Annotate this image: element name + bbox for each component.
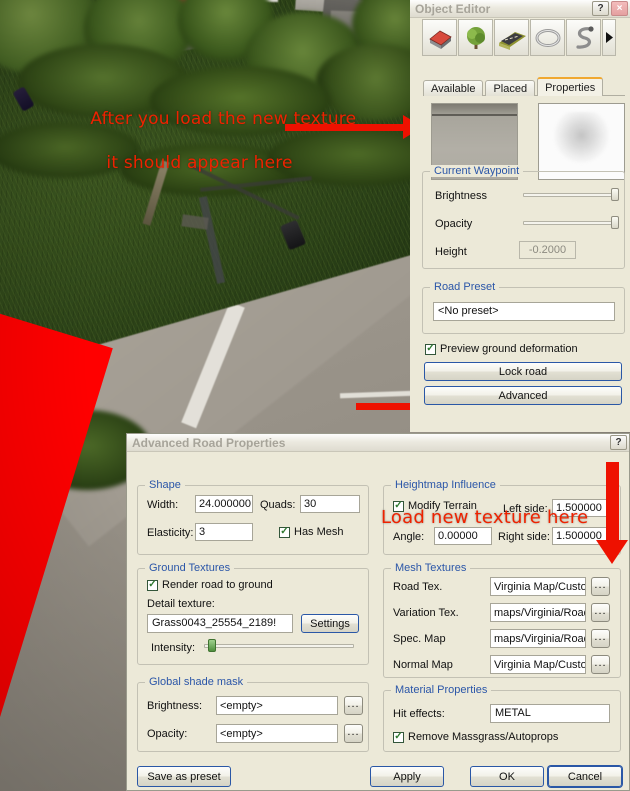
road-preset-combo[interactable]: <No preset> bbox=[433, 302, 615, 321]
app-root: After you load the new texture it should… bbox=[0, 0, 630, 791]
ground-textures-legend: Ground Textures bbox=[145, 562, 235, 574]
advanced-dialog-titlebar[interactable]: Advanced Road Properties ? bbox=[127, 434, 629, 452]
current-waypoint-legend: Current Waypoint bbox=[430, 165, 524, 177]
hit-effects-label: Hit effects: bbox=[393, 708, 445, 720]
object-editor-tabs[interactable]: Available Placed Properties bbox=[423, 77, 605, 96]
curve-icon[interactable] bbox=[566, 19, 601, 56]
current-waypoint-group: Current Waypoint Brightness Opacity Heig… bbox=[422, 165, 625, 269]
heightmap-influence-legend: Heightmap Influence bbox=[391, 479, 500, 491]
spec-map-browse-button[interactable]: ... bbox=[591, 629, 610, 648]
advanced-road-properties-dialog[interactable]: Advanced Road Properties ? Shape Width: … bbox=[126, 433, 630, 791]
ok-button[interactable]: OK bbox=[470, 766, 544, 787]
object-editor-titlebar[interactable]: Object Editor ? × bbox=[410, 0, 630, 18]
normal-map-field[interactable]: Virginia Map/Custom bbox=[490, 655, 586, 674]
render-road-to-ground-checkbox[interactable]: ✓ Render road to ground bbox=[147, 579, 273, 591]
global-shade-mask-legend: Global shade mask bbox=[145, 676, 248, 688]
save-as-preset-button[interactable]: Save as preset bbox=[137, 766, 231, 787]
advanced-dialog-title: Advanced Road Properties bbox=[132, 435, 286, 450]
variation-tex-browse-button[interactable]: ... bbox=[591, 603, 610, 622]
shape-legend: Shape bbox=[145, 479, 185, 491]
right-side-label: Right side: bbox=[498, 531, 550, 543]
hit-effects-combo[interactable]: METAL bbox=[490, 704, 610, 723]
cancel-button[interactable]: Cancel bbox=[548, 766, 622, 787]
elasticity-label: Elasticity: bbox=[147, 527, 194, 539]
road-preset-group: Road Preset <No preset> bbox=[422, 281, 625, 334]
shade-brightness-label: Brightness: bbox=[147, 700, 203, 712]
material-properties-legend: Material Properties bbox=[391, 684, 492, 696]
annotation-load-texture: Load new texture here bbox=[381, 507, 589, 528]
quads-field[interactable]: 30 bbox=[300, 495, 360, 513]
remove-massgrass-label: Remove Massgrass/Autoprops bbox=[408, 731, 559, 743]
tree-icon[interactable] bbox=[458, 19, 493, 56]
mesh-textures-legend: Mesh Textures bbox=[391, 562, 471, 574]
close-icon[interactable]: × bbox=[611, 1, 628, 16]
advanced-button[interactable]: Advanced bbox=[424, 386, 622, 405]
opacity-label: Opacity bbox=[435, 218, 473, 230]
tab-properties[interactable]: Properties bbox=[537, 77, 604, 96]
road-tex-field[interactable]: Virginia Map/Custom bbox=[490, 577, 586, 596]
shade-opacity-field[interactable]: <empty> bbox=[216, 724, 338, 743]
road-preset-legend: Road Preset bbox=[430, 281, 500, 293]
tab-available[interactable]: Available bbox=[423, 80, 484, 96]
annotation-texture-preview: After you load the new texture it should… bbox=[68, 86, 356, 196]
variation-tex-label: Variation Tex. bbox=[393, 607, 459, 619]
checkbox-box: ✓ bbox=[393, 731, 404, 743]
help-button[interactable]: ? bbox=[592, 1, 609, 16]
angle-field[interactable]: 0.00000 bbox=[434, 527, 492, 545]
height-label: Height bbox=[435, 246, 467, 258]
has-mesh-label: Has Mesh bbox=[294, 526, 344, 538]
preview-ground-deformation-checkbox[interactable]: ✓ Preview ground deformation bbox=[425, 343, 578, 355]
detail-texture-combo[interactable]: Grass0043_25554_2189! bbox=[147, 614, 293, 633]
width-field[interactable]: 24.000000 bbox=[195, 495, 253, 513]
width-label: Width: bbox=[147, 499, 179, 511]
mesh-textures-group: Mesh Textures Road Tex. Virginia Map/Cus… bbox=[383, 562, 621, 678]
checkbox-box: ✓ bbox=[279, 526, 290, 538]
remove-massgrass-checkbox[interactable]: ✓ Remove Massgrass/Autoprops bbox=[393, 731, 558, 743]
intensity-label: Intensity: bbox=[151, 642, 196, 654]
variation-texture-preview[interactable] bbox=[538, 103, 625, 180]
object-editor-window[interactable]: Object Editor ? × Available Placed Prope… bbox=[410, 0, 630, 432]
global-shade-mask-group: Global shade mask Brightness: <empty> ..… bbox=[137, 676, 369, 752]
road-icon[interactable] bbox=[494, 19, 529, 56]
lock-road-button[interactable]: Lock road bbox=[424, 362, 622, 381]
detail-texture-label: Detail texture: bbox=[147, 598, 215, 610]
tab-placed[interactable]: Placed bbox=[485, 80, 536, 96]
spec-map-label: Spec. Map bbox=[393, 633, 446, 645]
shade-brightness-browse-button[interactable]: ... bbox=[344, 696, 363, 715]
has-mesh-checkbox[interactable]: ✓ Has Mesh bbox=[279, 526, 344, 538]
normal-map-browse-button[interactable]: ... bbox=[591, 655, 610, 674]
brightness-label: Brightness bbox=[435, 190, 487, 202]
annotation-line-2: it should appear here bbox=[106, 153, 293, 173]
help-button-advanced[interactable]: ? bbox=[610, 435, 627, 450]
loop-icon[interactable] bbox=[530, 19, 565, 56]
intensity-slider[interactable] bbox=[204, 639, 354, 652]
chevron-right-icon[interactable] bbox=[602, 19, 616, 56]
checkbox-box: ✓ bbox=[147, 579, 158, 591]
angle-label: Angle: bbox=[393, 531, 425, 543]
road-tex-browse-button[interactable]: ... bbox=[591, 577, 610, 596]
apply-button[interactable]: Apply bbox=[370, 766, 444, 787]
object-editor-title: Object Editor bbox=[415, 1, 491, 16]
ground-textures-group: Ground Textures ✓ Render road to ground … bbox=[137, 562, 369, 665]
checkbox-box: ✓ bbox=[425, 343, 436, 355]
shade-opacity-browse-button[interactable]: ... bbox=[344, 724, 363, 743]
shape-group: Shape Width: 24.000000 Quads: 30 Elastic… bbox=[137, 479, 369, 555]
render-road-to-ground-label: Render road to ground bbox=[162, 579, 273, 591]
shade-brightness-field[interactable]: <empty> bbox=[216, 696, 338, 715]
shade-opacity-label: Opacity: bbox=[147, 728, 188, 740]
height-field[interactable]: -0.2000 bbox=[519, 241, 576, 259]
opacity-slider[interactable] bbox=[523, 216, 619, 229]
brightness-slider[interactable] bbox=[523, 188, 619, 201]
building-icon[interactable] bbox=[422, 19, 457, 56]
elasticity-field[interactable]: 3 bbox=[195, 523, 253, 541]
variation-tex-field[interactable]: maps/Virginia/Road bbox=[490, 603, 586, 622]
settings-button[interactable]: Settings bbox=[301, 614, 359, 633]
quads-label: Quads: bbox=[260, 499, 296, 511]
preview-ground-deformation-label: Preview ground deformation bbox=[440, 343, 578, 355]
material-properties-group: Material Properties Hit effects: METAL ✓… bbox=[383, 684, 621, 752]
spec-map-field[interactable]: maps/Virginia/Road bbox=[490, 629, 586, 648]
object-editor-toolbar[interactable] bbox=[422, 19, 620, 57]
normal-map-label: Normal Map bbox=[393, 659, 453, 671]
road-tex-label: Road Tex. bbox=[393, 581, 443, 593]
